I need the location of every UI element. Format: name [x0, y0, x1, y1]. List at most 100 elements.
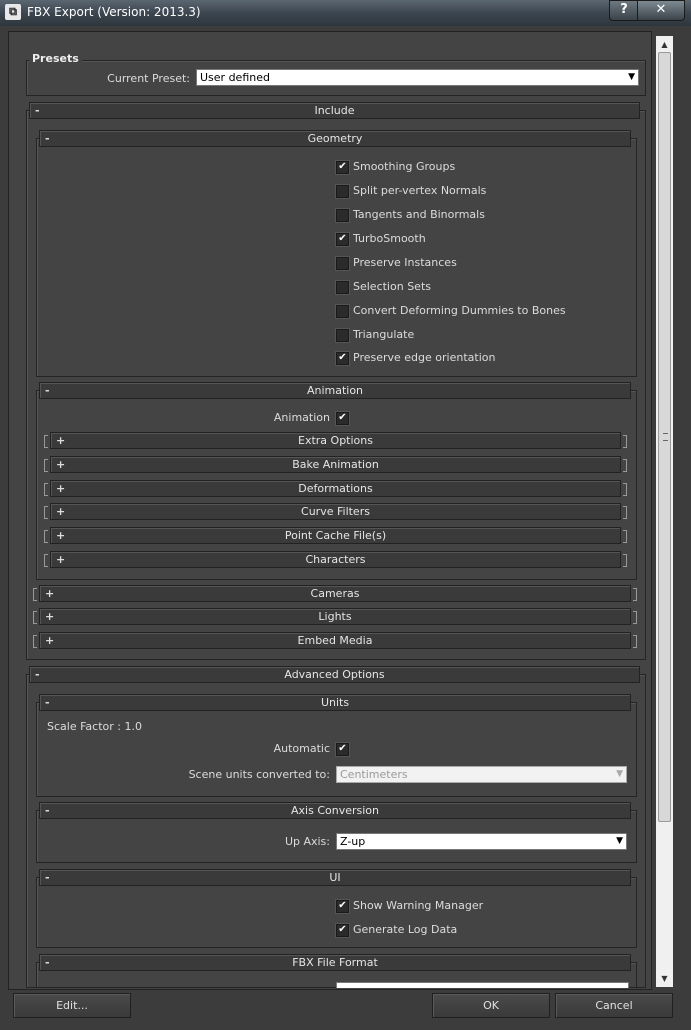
scene-units-dropdown[interactable]: Centimeters ▼ — [336, 766, 627, 783]
extra-options-title: Extra Options — [298, 434, 373, 447]
collapse-icon: - — [45, 132, 50, 145]
expand-icon: + — [56, 458, 66, 471]
chevron-down-icon: ▼ — [628, 72, 635, 82]
geometry-rollout[interactable]: - Geometry — [39, 130, 631, 147]
preserve-instances-checkbox[interactable] — [336, 257, 349, 270]
help-button[interactable]: ? — [609, 0, 639, 21]
current-preset-dropdown[interactable]: User defined ▼ — [196, 69, 639, 86]
advanced-options-rollout[interactable]: - Advanced Options — [29, 666, 640, 683]
tangents-binormals-label: Tangents and Binormals — [353, 208, 485, 221]
animation-rollout[interactable]: - Animation — [39, 382, 631, 399]
scale-factor-text: Scale Factor : 1.0 — [47, 720, 142, 733]
edit-button[interactable]: Edit... — [13, 993, 131, 1018]
collapse-icon: - — [45, 384, 50, 397]
collapse-icon: - — [35, 104, 40, 117]
cancel-button[interactable]: Cancel — [555, 993, 673, 1018]
scene-units-value: Centimeters — [340, 768, 408, 781]
expand-icon: + — [45, 634, 55, 647]
presets-label: Presets — [29, 52, 82, 65]
bake-animation-title: Bake Animation — [292, 458, 379, 471]
lights-rollout[interactable]: + Lights — [33, 608, 637, 625]
split-normals-label: Split per-vertex Normals — [353, 184, 487, 197]
scroll-down-arrow-icon[interactable]: ▼ — [656, 971, 673, 986]
collapse-icon: - — [45, 696, 50, 709]
cameras-rollout[interactable]: + Cameras — [33, 585, 637, 602]
show-warning-manager-label: Show Warning Manager — [353, 899, 484, 912]
automatic-checkbox[interactable]: ✔ — [336, 743, 349, 756]
lights-title: Lights — [318, 610, 352, 623]
scroll-up-arrow-icon[interactable]: ▲ — [656, 37, 673, 52]
axis-conversion-title: Axis Conversion — [291, 804, 379, 817]
chevron-down-icon: ▼ — [616, 769, 623, 779]
up-axis-value: Z-up — [340, 835, 366, 848]
include-title: Include — [314, 104, 355, 117]
smoothing-groups-label: Smoothing Groups — [353, 160, 456, 173]
selection-sets-checkbox[interactable] — [336, 281, 349, 294]
ui-rollout[interactable]: - UI — [39, 869, 631, 886]
check-mark-icon: ✔ — [338, 412, 347, 423]
curve-filters-rollout[interactable]: + Curve Filters — [44, 503, 627, 520]
include-rollout[interactable]: - Include — [29, 102, 640, 119]
window-title: FBX Export (Version: 2013.3) — [27, 5, 201, 19]
smoothing-groups-checkbox[interactable]: ✔ — [336, 161, 349, 174]
check-mark-icon: ✔ — [338, 233, 347, 244]
deformations-rollout[interactable]: + Deformations — [44, 480, 627, 497]
curve-filters-title: Curve Filters — [301, 505, 370, 518]
expand-icon: + — [45, 587, 55, 600]
triangulate-label: Triangulate — [353, 328, 415, 341]
animation-checkbox[interactable]: ✔ — [336, 412, 349, 425]
axis-conversion-rollout[interactable]: - Axis Conversion — [39, 802, 631, 819]
turbosmooth-checkbox[interactable]: ✔ — [336, 233, 349, 246]
geometry-title: Geometry — [307, 132, 363, 145]
point-cache-rollout[interactable]: + Point Cache File(s) — [44, 527, 627, 544]
preserve-edge-orientation-checkbox[interactable]: ✔ — [336, 352, 349, 365]
animation-label: Animation — [273, 411, 330, 424]
collapse-icon: - — [45, 871, 50, 884]
embed-media-rollout[interactable]: + Embed Media — [33, 632, 637, 649]
characters-rollout[interactable]: + Characters — [44, 551, 627, 568]
check-mark-icon: ✔ — [338, 161, 347, 172]
fbx-file-format-title: FBX File Format — [292, 956, 378, 969]
current-preset-label: Current Preset: — [107, 72, 190, 85]
extra-options-rollout[interactable]: + Extra Options — [44, 432, 627, 449]
collapse-icon: - — [45, 956, 50, 969]
expand-icon: + — [56, 553, 66, 566]
preserve-instances-label: Preserve Instances — [353, 256, 457, 269]
close-button[interactable]: ✕ — [637, 0, 685, 21]
chevron-down-icon: ▼ — [616, 836, 623, 846]
generate-log-data-label: Generate Log Data — [353, 923, 458, 936]
cameras-title: Cameras — [310, 587, 360, 600]
animation-title: Animation — [306, 384, 364, 397]
check-mark-icon: ✔ — [338, 900, 347, 911]
expand-icon: + — [56, 505, 66, 518]
bake-animation-rollout[interactable]: + Bake Animation — [44, 456, 627, 473]
check-mark-icon: ✔ — [338, 743, 347, 754]
units-rollout[interactable]: - Units — [39, 694, 631, 711]
units-title: Units — [320, 696, 350, 709]
turbosmooth-label: TurboSmooth — [353, 232, 426, 245]
scene-units-label: Scene units converted to: — [188, 768, 330, 781]
point-cache-title: Point Cache File(s) — [284, 529, 387, 542]
show-warning-manager-checkbox[interactable]: ✔ — [336, 900, 349, 913]
convert-dummies-label: Convert Deforming Dummies to Bones — [353, 304, 566, 317]
ok-button[interactable]: OK — [432, 993, 550, 1018]
scrollbar-thumb[interactable] — [658, 52, 671, 822]
expand-icon: + — [56, 482, 66, 495]
up-axis-dropdown[interactable]: Z-up ▼ — [336, 833, 627, 850]
preserve-edge-orientation-label: Preserve edge orientation — [353, 351, 496, 364]
convert-dummies-checkbox[interactable] — [336, 305, 349, 318]
ui-title: UI — [329, 871, 341, 884]
up-axis-label: Up Axis: — [284, 835, 330, 848]
fbx-file-format-rollout[interactable]: - FBX File Format — [39, 954, 631, 971]
version-dropdown-partial[interactable] — [336, 982, 629, 988]
automatic-label: Automatic — [273, 742, 330, 755]
expand-icon: + — [45, 610, 55, 623]
split-normals-checkbox[interactable] — [336, 185, 349, 198]
grip-icon — [663, 433, 668, 441]
check-mark-icon: ✔ — [338, 352, 347, 363]
generate-log-data-checkbox[interactable]: ✔ — [336, 924, 349, 937]
triangulate-checkbox[interactable] — [336, 329, 349, 342]
deformations-title: Deformations — [298, 482, 373, 495]
tangents-binormals-checkbox[interactable] — [336, 209, 349, 222]
expand-icon: + — [56, 529, 66, 542]
